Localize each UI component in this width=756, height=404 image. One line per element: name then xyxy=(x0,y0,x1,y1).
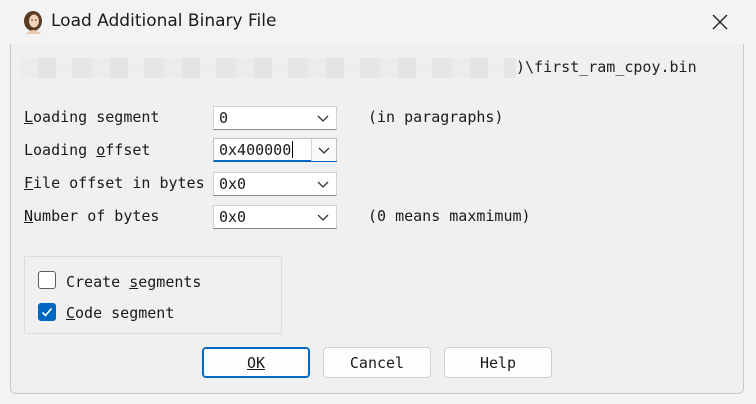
create-segments-checkbox[interactable] xyxy=(38,271,56,289)
number-of-bytes-label: Number of bytes xyxy=(24,207,160,225)
ok-button[interactable]: OK xyxy=(202,347,310,378)
redacted-path-prefix xyxy=(20,58,516,78)
loading-segment-value: 0 xyxy=(219,109,229,127)
code-segment-label[interactable]: Code segment xyxy=(66,304,174,322)
loading-segment-label: Loading segment xyxy=(24,108,160,126)
chevron-down-icon xyxy=(318,147,330,154)
file-path: )\first_ram_cpoy.bin xyxy=(516,58,697,76)
portrait-app-icon xyxy=(24,11,42,34)
cancel-button[interactable]: Cancel xyxy=(323,347,431,378)
loading-offset-label: Loading offset xyxy=(24,141,151,159)
file-offset-combo[interactable]: 0x0 xyxy=(213,172,337,196)
file-offset-label: File offset in bytes xyxy=(24,174,205,192)
number-of-bytes-combo[interactable]: 0x0 xyxy=(213,205,337,229)
number-of-bytes-value: 0x0 xyxy=(219,208,247,226)
title-bar: Load Additional Binary File xyxy=(0,0,756,44)
file-offset-value: 0x0 xyxy=(219,175,247,193)
chevron-down-icon xyxy=(317,214,329,221)
close-button[interactable] xyxy=(700,4,740,40)
close-icon xyxy=(712,14,728,30)
loading-segment-combo[interactable]: 0 xyxy=(213,106,337,130)
code-segment-checkbox[interactable] xyxy=(38,303,56,321)
chevron-down-icon xyxy=(317,115,329,122)
window-title: Load Additional Binary File xyxy=(51,11,277,31)
number-of-bytes-hint: (0 means maxmimum) xyxy=(368,207,531,225)
loading-offset-value[interactable]: 0x400000 xyxy=(219,141,294,159)
help-button[interactable]: Help xyxy=(444,347,552,378)
chevron-down-icon xyxy=(317,181,329,188)
create-segments-label[interactable]: Create segments xyxy=(66,273,201,291)
checkmark-icon xyxy=(41,307,53,317)
options-group xyxy=(24,256,282,334)
text-caret xyxy=(292,141,294,158)
dropdown-button[interactable] xyxy=(311,139,336,161)
loading-segment-hint: (in paragraphs) xyxy=(368,108,504,126)
loading-offset-combo[interactable]: 0x400000 xyxy=(213,138,337,162)
